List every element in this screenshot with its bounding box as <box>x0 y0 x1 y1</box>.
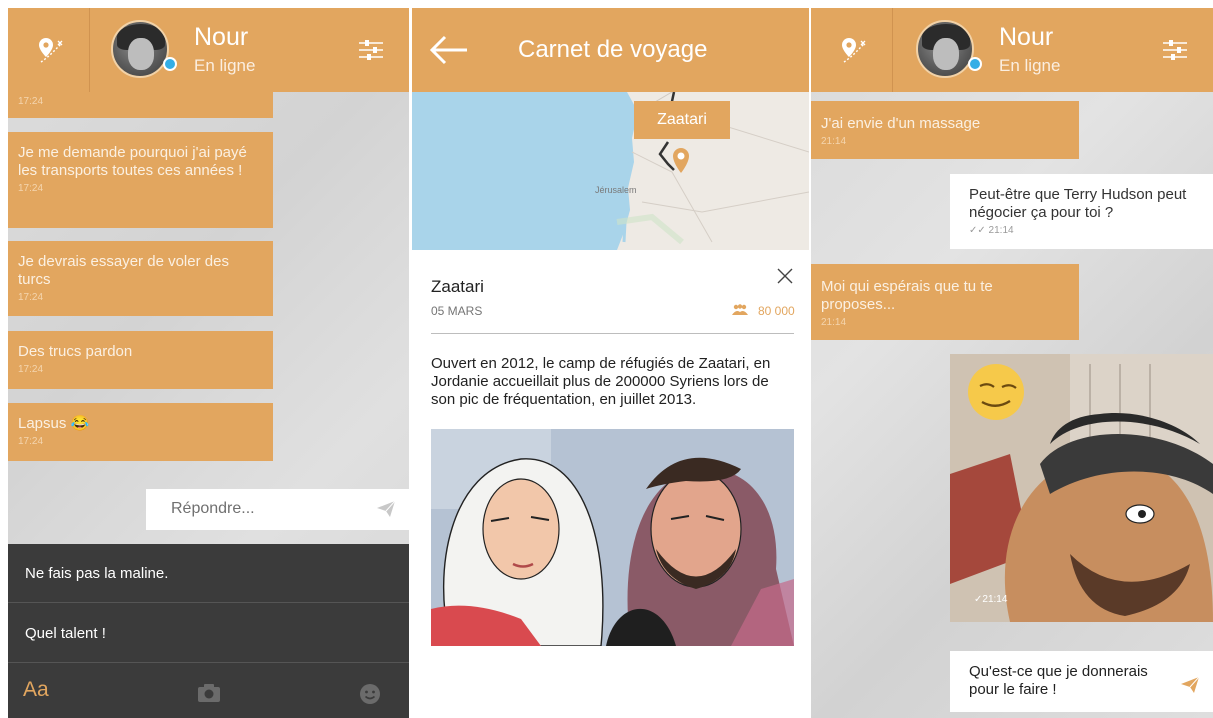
close-icon[interactable] <box>776 267 794 285</box>
map-pin-icon <box>673 148 689 173</box>
message-time: 17:24 <box>18 96 44 107</box>
reply-text: Qu'est-ce que je donnerais pour le faire… <box>969 663 1148 698</box>
location-pin-icon <box>841 38 865 63</box>
message-text: Lapsus 😂 <box>18 415 90 432</box>
map-city-label: Jérusalem <box>595 185 637 195</box>
message-text: J'ai envie d'un massage <box>821 115 981 132</box>
chat-header: Nour En ligne <box>811 8 1213 92</box>
message-bubble-outgoing: Peut-être que Terry Hudson peut négocier… <box>950 174 1213 249</box>
quick-reply-item[interactable]: Quel talent ! <box>8 604 409 663</box>
emoji-icon[interactable] <box>359 683 381 705</box>
reply-input[interactable]: Qu'est-ce que je donnerais pour le faire… <box>950 651 1213 712</box>
camera-icon[interactable] <box>197 684 221 702</box>
message-text: Je me demande pourquoi j'ai payé les tra… <box>18 144 247 179</box>
input-mode-bar: Aa <box>8 664 409 718</box>
contact-status: En ligne <box>999 56 1061 75</box>
message-time: 21:14 <box>821 136 847 147</box>
divider <box>431 333 794 334</box>
map-location-label[interactable]: Zaatari <box>634 101 730 139</box>
filter-settings-icon[interactable] <box>359 39 383 61</box>
population-count: 80 000 <box>758 304 795 318</box>
page-title: Carnet de voyage <box>518 36 708 63</box>
app-screens: Nour En ligne 17:24 Je me demande pourqu… <box>0 0 1213 718</box>
travel-log-button[interactable] <box>811 8 893 92</box>
back-arrow-icon[interactable] <box>429 34 469 66</box>
keyboard-mode-button[interactable]: Aa <box>23 678 49 702</box>
avatar[interactable] <box>916 20 974 78</box>
message-time: 17:24 <box>18 292 44 303</box>
message-time: ✓21:14 <box>974 594 1008 605</box>
contact-name: Nour <box>999 23 1054 51</box>
message-bubble: Moi qui espérais que tu te proposes... 2… <box>811 264 1079 340</box>
place-illustration <box>431 429 794 646</box>
travel-log-header: Carnet de voyage <box>412 8 809 92</box>
message-time: ✓✓ 21:14 <box>969 225 1014 236</box>
filter-settings-icon[interactable] <box>1163 39 1187 61</box>
send-icon[interactable] <box>1181 677 1199 693</box>
message-bubble: Je devrais essayer de voler des turcs 17… <box>8 241 273 316</box>
quick-reply-label: Ne fais pas la maline. <box>25 564 169 582</box>
message-bubble: Des trucs pardon 17:24 <box>8 331 273 389</box>
online-status-dot <box>163 57 177 71</box>
reply-placeholder: Répondre... <box>171 500 255 517</box>
location-pin-icon <box>38 38 62 63</box>
place-title: Zaatari <box>431 277 484 296</box>
message-bubble: J'ai envie d'un massage 21:14 <box>811 101 1079 159</box>
reply-input[interactable]: Répondre... <box>146 489 409 530</box>
message-bubble: Je me demande pourquoi j'ai payé les tra… <box>8 132 273 228</box>
place-date: 05 MARS <box>431 304 483 318</box>
message-bubble: 17:24 <box>8 92 273 118</box>
contact-name: Nour <box>194 23 249 51</box>
message-text: Je devrais essayer de voler des turcs <box>18 253 229 288</box>
send-icon[interactable] <box>377 501 395 517</box>
message-text: Moi qui espérais que tu te proposes... <box>821 278 993 313</box>
chat-screen-right: Nour En ligne J'ai envie d'un massage 21… <box>811 8 1213 718</box>
online-status-dot <box>968 57 982 71</box>
travel-log-screen: Carnet de voyage Zaatari Jérusalem Zaata… <box>412 8 809 718</box>
message-bubble: Lapsus 😂 17:24 <box>8 403 273 461</box>
quick-reply-label: Quel talent ! <box>25 624 106 642</box>
message-text: Peut-être que Terry Hudson peut négocier… <box>969 186 1187 221</box>
message-text: Des trucs pardon <box>18 343 133 360</box>
quick-replies-panel: Ne fais pas la maline. Quel talent ! Aa <box>8 544 409 718</box>
place-description: Ouvert en 2012, le camp de réfugiés de Z… <box>431 355 771 408</box>
people-icon <box>732 304 748 315</box>
map-background <box>616 92 809 250</box>
message-time: 17:24 <box>18 183 44 194</box>
message-time: 17:24 <box>18 436 44 447</box>
avatar[interactable] <box>111 20 169 78</box>
chat-screen-left: Nour En ligne 17:24 Je me demande pourqu… <box>8 8 409 718</box>
contact-status: En ligne <box>194 56 256 75</box>
message-time: 21:14 <box>821 317 847 328</box>
travel-log-button[interactable] <box>8 8 90 92</box>
image-message[interactable]: ✓21:14 <box>950 354 1213 622</box>
map-view[interactable] <box>412 92 809 250</box>
chat-header: Nour En ligne <box>8 8 409 92</box>
message-time: 17:24 <box>18 364 44 375</box>
quick-reply-item[interactable]: Ne fais pas la maline. <box>8 544 409 603</box>
